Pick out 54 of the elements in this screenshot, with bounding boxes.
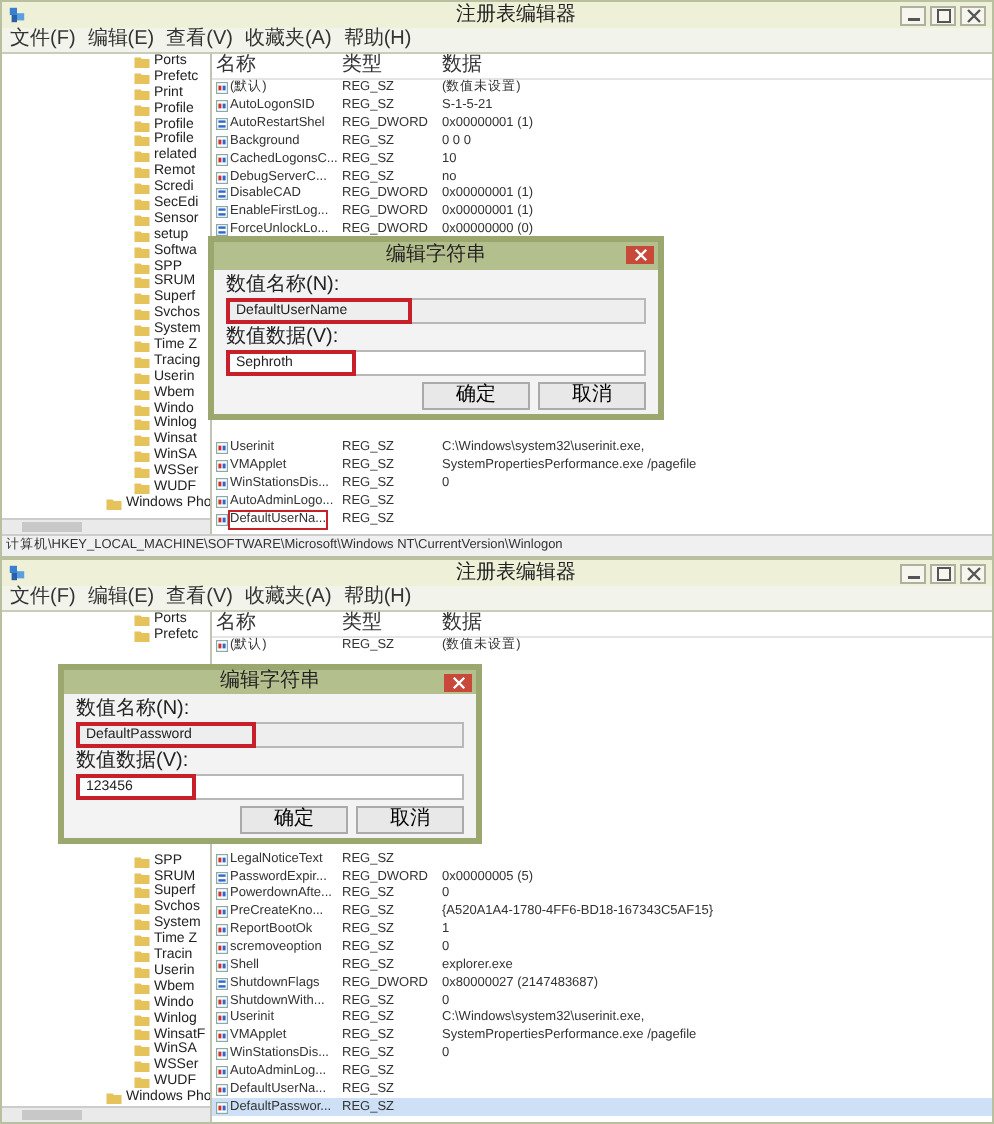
string-value-icon <box>216 640 228 653</box>
binary-value-icon <box>216 206 228 219</box>
ok-button[interactable]: 确定 <box>422 382 530 410</box>
column-header[interactable]: 名称 <box>212 612 336 636</box>
string-value-icon <box>216 853 228 866</box>
close-icon <box>451 676 465 690</box>
column-header[interactable]: 数据 <box>442 54 482 78</box>
field-label: 数值数据(V): <box>226 326 341 348</box>
column-header[interactable]: 数据 <box>442 612 482 636</box>
binary-value-icon <box>216 977 228 990</box>
binary-value-icon <box>216 118 228 131</box>
column-header[interactable]: 类型 <box>342 612 442 636</box>
cancel-button[interactable]: 取消 <box>356 806 464 834</box>
maximize-icon <box>935 565 951 581</box>
cancel-button[interactable]: 取消 <box>538 382 646 410</box>
dialog-title: 编辑字符串 <box>220 670 320 694</box>
binary-value-icon <box>216 224 228 237</box>
menu-item[interactable]: 编辑(E) <box>87 586 155 610</box>
minimize-button[interactable] <box>900 5 926 25</box>
menu-item[interactable]: 收藏夹(A) <box>244 28 332 52</box>
maximize-button[interactable] <box>930 563 956 583</box>
horizontal-scrollbar[interactable] <box>2 1106 210 1122</box>
column-header[interactable]: 名称 <box>212 54 336 78</box>
ok-button[interactable]: 确定 <box>240 806 348 834</box>
close-icon <box>633 248 647 262</box>
menu-item[interactable]: 收藏夹(A) <box>244 586 332 610</box>
minimize-button[interactable] <box>900 563 926 583</box>
window-title: 注册表编辑器 <box>456 3 576 27</box>
close-icon <box>965 565 981 581</box>
maximize-icon <box>935 7 951 23</box>
menu-item[interactable]: 编辑(E) <box>87 28 155 52</box>
menu-item[interactable]: 查看(V) <box>166 28 233 52</box>
binary-value-icon <box>216 871 228 884</box>
field-label: 数值数据(V): <box>76 750 191 772</box>
menu-item[interactable]: 查看(V) <box>166 586 233 610</box>
close-button[interactable] <box>960 563 986 583</box>
field-label: 数值名称(N): <box>226 274 342 296</box>
dialog-title: 编辑字符串 <box>386 244 486 268</box>
close-button[interactable] <box>626 246 654 264</box>
close-icon <box>965 7 981 23</box>
binary-value-icon <box>216 188 228 201</box>
registry-cubes-icon <box>8 6 26 24</box>
horizontal-scrollbar[interactable] <box>2 518 210 534</box>
field-label: 数值名称(N): <box>76 698 192 720</box>
close-button[interactable] <box>960 5 986 25</box>
column-header[interactable]: 类型 <box>342 54 442 78</box>
menu-item[interactable]: 文件(F) <box>10 586 76 610</box>
window-title: 注册表编辑器 <box>456 561 576 585</box>
menu-item[interactable]: 文件(F) <box>10 28 76 52</box>
registry-cubes-icon <box>8 564 26 582</box>
menu-item[interactable]: 帮助(H) <box>343 586 412 610</box>
menu-item[interactable]: 帮助(H) <box>343 28 412 52</box>
maximize-button[interactable] <box>930 5 956 25</box>
close-button[interactable] <box>444 674 472 692</box>
